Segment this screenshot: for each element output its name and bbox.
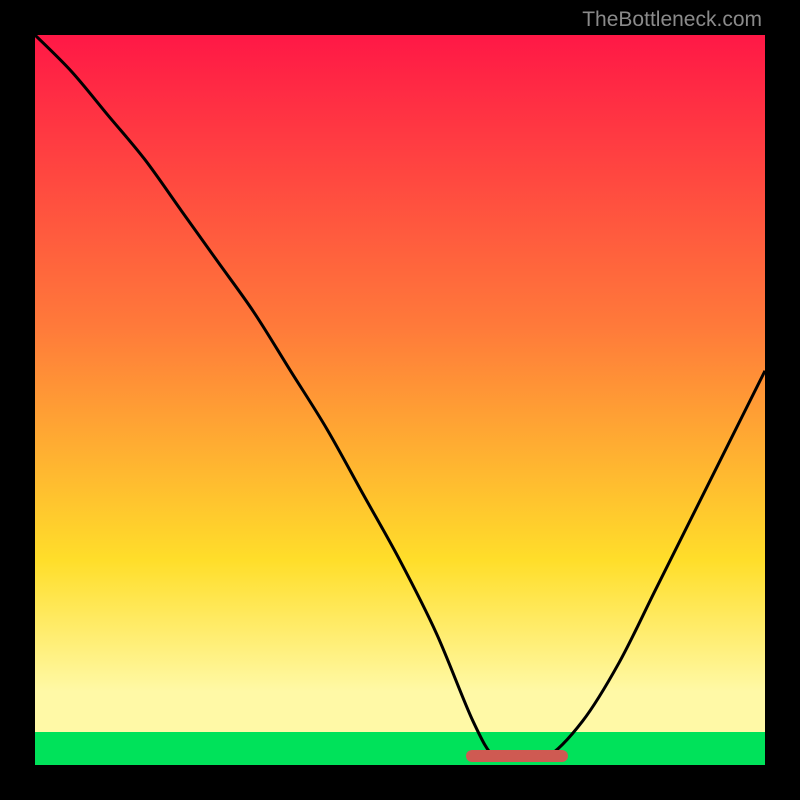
curve-svg bbox=[35, 35, 765, 765]
bottleneck-curve bbox=[35, 35, 765, 760]
optimal-range-band bbox=[466, 750, 568, 762]
chart-frame: TheBottleneck.com bbox=[0, 0, 800, 800]
watermark-text: TheBottleneck.com bbox=[582, 8, 762, 32]
plot-area bbox=[35, 35, 765, 765]
